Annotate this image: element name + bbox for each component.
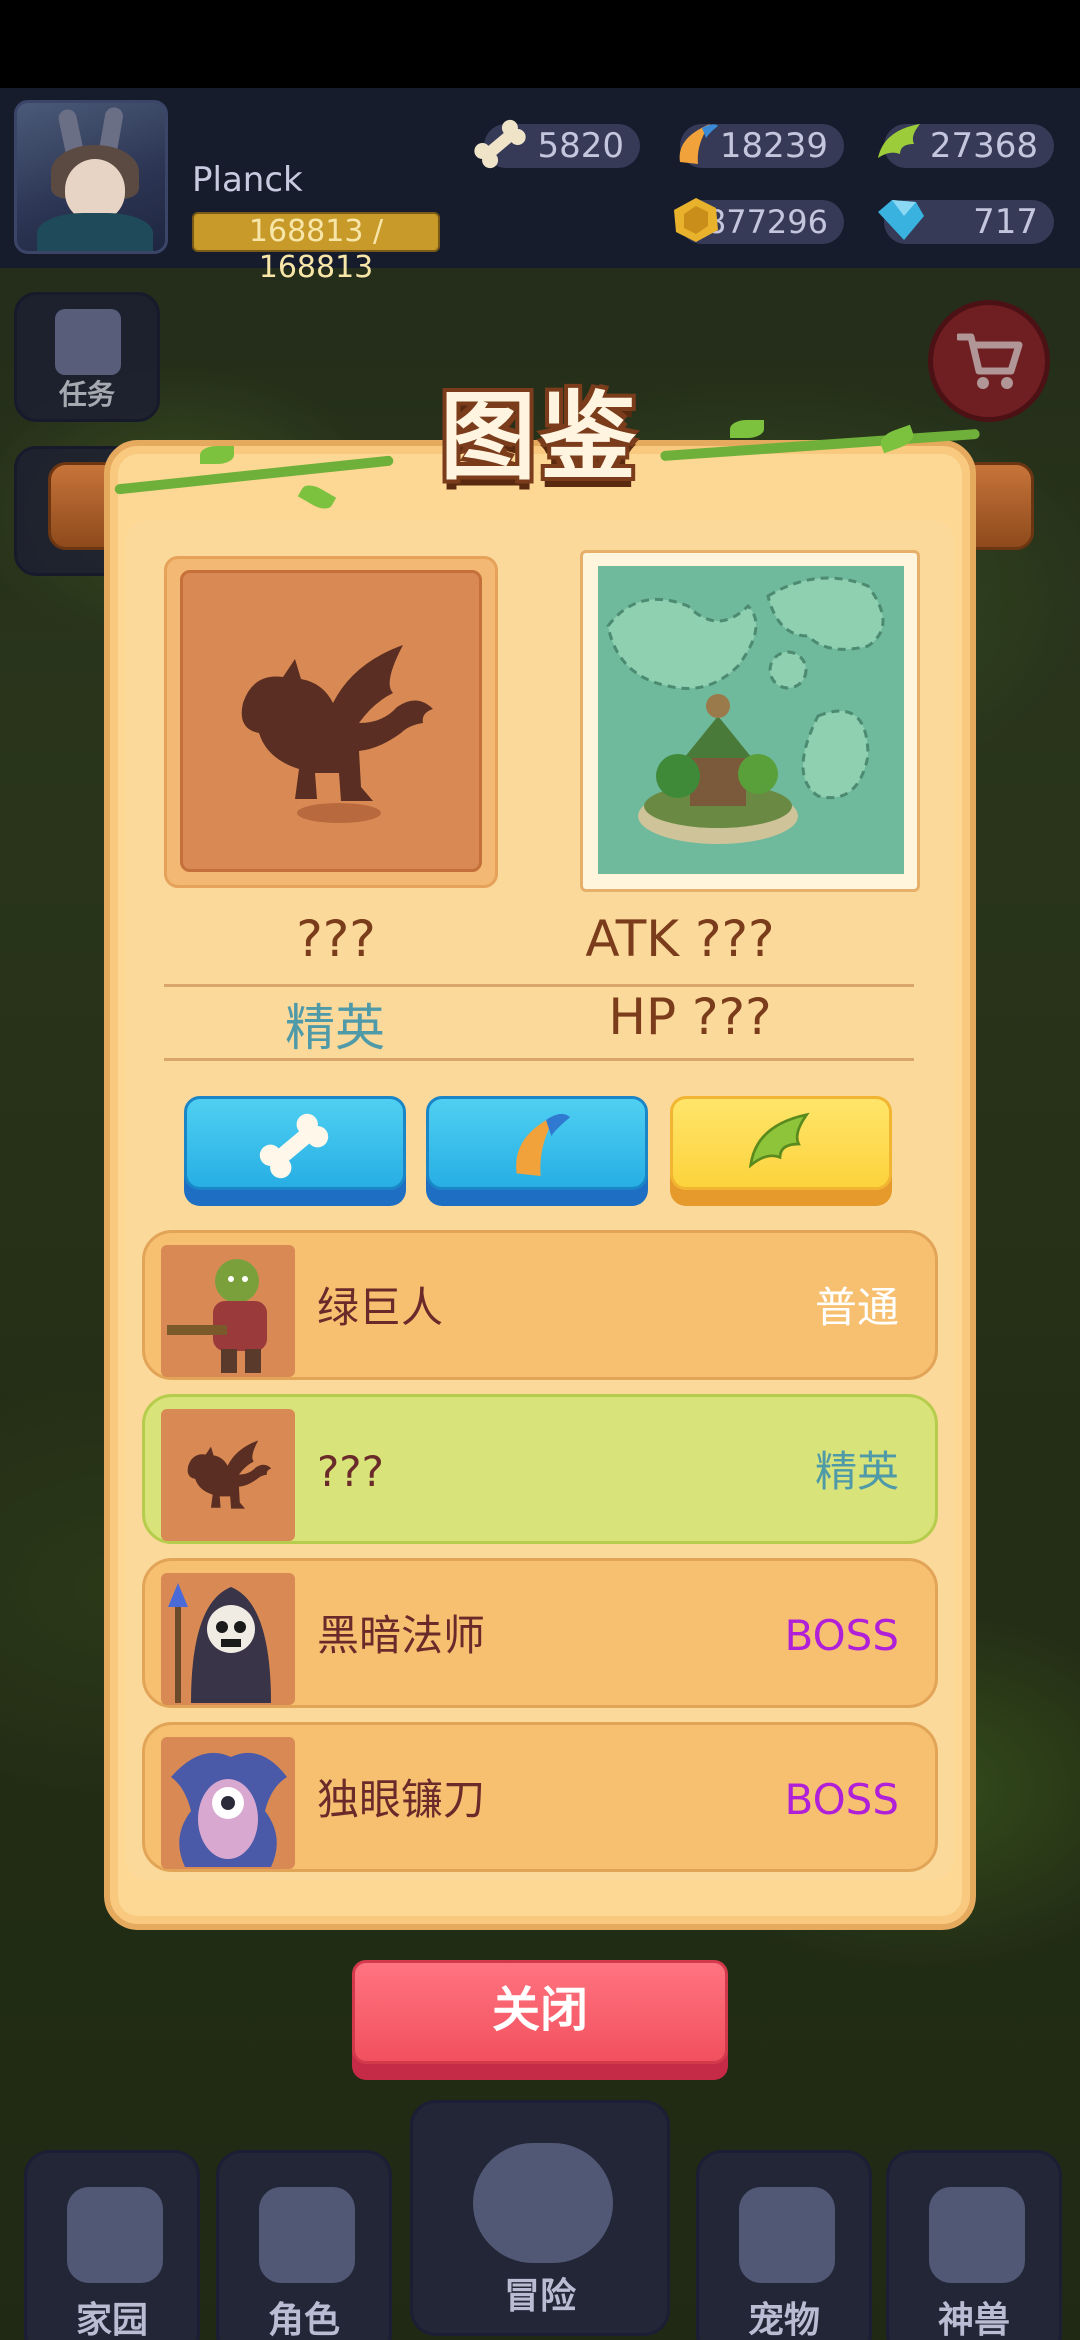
gem-icon — [878, 200, 924, 240]
monster-thumbnail — [161, 1737, 295, 1869]
paw-icon — [473, 2143, 613, 2263]
list-item-selected[interactable]: ??? 精英 — [142, 1394, 938, 1544]
mask-icon — [259, 2187, 355, 2283]
player-name: Planck — [192, 160, 303, 200]
bone-value: 5820 — [537, 126, 624, 166]
monster-thumbnail — [161, 1245, 295, 1377]
nav-pet[interactable]: 宠物 — [696, 2150, 872, 2340]
nav-beast[interactable]: 神兽 — [886, 2150, 1062, 2340]
skull-icon — [929, 2187, 1025, 2283]
gold-coin-icon — [674, 198, 718, 242]
bone-counter: 5820 — [474, 119, 640, 169]
nav-home-label: 家园 — [75, 2300, 148, 2340]
bone-icon — [259, 1113, 329, 1179]
gold-counter: 4877296 — [674, 198, 844, 244]
status-bar — [0, 0, 1080, 88]
gem-counter: 717 — [878, 200, 1054, 244]
dragon-silhouette-icon — [187, 1440, 272, 1509]
dialog-title-wrap: 图鉴 — [420, 372, 660, 502]
monster-name: 黑暗法师 — [317, 1611, 486, 1660]
cyclops-reaper-icon — [171, 1752, 287, 1867]
island-map-icon — [606, 576, 885, 844]
monster-name: 独眼镰刀 — [317, 1775, 486, 1824]
monster-name: ??? — [296, 910, 376, 968]
nav-home[interactable]: 家园 — [24, 2150, 200, 2340]
list-item[interactable]: 绿巨人 普通 — [142, 1230, 938, 1380]
monster-rank: 精英 — [285, 999, 385, 1057]
divider — [164, 1058, 914, 1061]
location-map[interactable] — [598, 566, 904, 874]
horn-counter: 18239 — [679, 124, 844, 168]
list-item[interactable]: 黑暗法师 BOSS — [142, 1558, 938, 1708]
monster-type: 普通 — [814, 1283, 899, 1332]
tab-bone[interactable] — [184, 1096, 406, 1206]
dark-mage-icon — [168, 1583, 271, 1703]
dragon-silhouette-icon — [241, 645, 433, 823]
wing-counter: 27368 — [878, 124, 1054, 168]
green-orc-icon — [167, 1259, 267, 1373]
player-avatar[interactable] — [14, 100, 168, 254]
wing-icon — [748, 1112, 810, 1169]
nav-pet-label: 宠物 — [747, 2300, 820, 2340]
nav-role[interactable]: 角色 — [216, 2150, 392, 2340]
gem-value: 717 — [973, 202, 1038, 242]
nav-role-label: 角色 — [267, 2300, 340, 2340]
wing-value: 27368 — [929, 126, 1038, 166]
tab-wing[interactable] — [670, 1096, 892, 1206]
nav-adventure-label: 冒险 — [503, 2276, 576, 2317]
dialog-title: 图鉴 — [440, 381, 640, 493]
horn-value: 18239 — [719, 126, 828, 166]
close-button[interactable]: 关闭 — [352, 1960, 728, 2080]
monster-name: 绿巨人 — [317, 1283, 444, 1332]
divider — [164, 984, 914, 987]
monster-thumbnail — [161, 1573, 295, 1705]
horn-icon — [679, 124, 718, 164]
wing-icon — [878, 124, 920, 158]
dinosaur-icon — [739, 2187, 835, 2283]
player-exp-bar: 168813 / 168813 — [192, 212, 440, 285]
monster-thumbnail — [161, 1409, 295, 1541]
close-button-label: 关闭 — [491, 1982, 588, 2038]
monster-type: 精英 — [814, 1447, 899, 1496]
house-icon — [67, 2187, 163, 2283]
leaf-decoration — [200, 446, 234, 464]
monster-atk: ATK ??? — [585, 910, 775, 968]
monster-type: BOSS — [784, 1611, 899, 1660]
list-item[interactable]: 独眼镰刀 BOSS — [142, 1722, 938, 1872]
nav-beast-label: 神兽 — [937, 2300, 1010, 2340]
nav-adventure[interactable]: 冒险 — [410, 2100, 670, 2336]
monster-portrait — [180, 570, 482, 872]
monster-type: BOSS — [784, 1775, 899, 1824]
bone-icon — [474, 119, 526, 169]
monster-name: ??? — [317, 1447, 384, 1496]
monster-hp: HP ??? — [608, 988, 772, 1046]
tab-horn[interactable] — [426, 1096, 648, 1206]
horn-icon — [516, 1113, 570, 1176]
leaf-decoration — [730, 420, 764, 438]
